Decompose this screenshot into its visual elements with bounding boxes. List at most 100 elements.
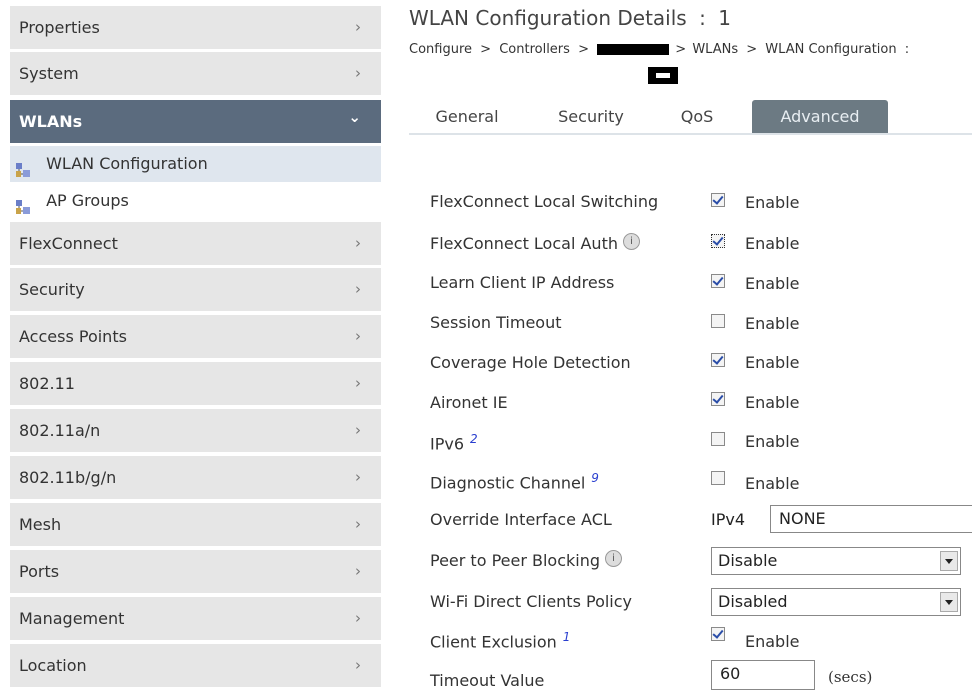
sidebar-item-label: Ports [19, 562, 60, 581]
footnote-link[interactable]: 2 [470, 432, 478, 446]
coverage-hole-detection-label: Coverage Hole Detection [430, 353, 631, 372]
dropdown-arrow-icon[interactable] [940, 592, 958, 612]
learn-client-ip-label: Learn Client IP Address [430, 273, 615, 292]
sidebar-item-label: FlexConnect [19, 234, 118, 253]
sidebar-item-802-11a-n[interactable]: 802.11a/n › [10, 409, 381, 452]
flexconnect-local-auth-label: FlexConnect Local Auth i [430, 233, 640, 253]
sidebar-item-properties[interactable]: Properties › [10, 6, 381, 49]
ipv6-label: IPv6 2 [430, 432, 478, 453]
sidebar-item-flexconnect[interactable]: FlexConnect › [10, 222, 381, 265]
override-acl-field[interactable]: NONE [770, 505, 972, 533]
sidebar-item-label: 802.11a/n [19, 421, 101, 440]
ipv6-checkbox[interactable] [711, 432, 725, 446]
breadcrumb: Configure > Controllers > > WLANs > WLAN… [409, 42, 909, 57]
footnote-link[interactable]: 9 [591, 471, 599, 485]
sidebar-item-802-11[interactable]: 802.11 › [10, 362, 381, 405]
sidebar-item-security[interactable]: Security › [10, 268, 381, 311]
flexconnect-local-auth-text: FlexConnect Local Auth [430, 234, 618, 253]
flexconnect-local-auth-checkbox[interactable] [711, 234, 725, 248]
flexconnect-local-switching-checkbox[interactable] [711, 193, 725, 207]
client-exclusion-checkbox[interactable] [711, 627, 725, 641]
session-timeout-checkbox[interactable] [711, 314, 725, 328]
wifi-direct-clients-policy-select[interactable]: Disabled [711, 588, 961, 616]
breadcrumb-separator: > [480, 42, 492, 57]
chevron-right-icon: › [355, 374, 361, 392]
sidebar-subitem-wlan-configuration[interactable]: WLAN Configuration [10, 146, 381, 182]
sidebar-item-label: System [19, 64, 79, 83]
tab-label: Security [558, 107, 624, 126]
sidebar-subitem-label: AP Groups [46, 191, 129, 210]
chevron-right-icon: › [355, 18, 361, 36]
breadcrumb-configure[interactable]: Configure [409, 42, 472, 57]
ipv6-text: IPv6 [430, 434, 465, 454]
select-value: Disable [718, 551, 778, 570]
breadcrumb-separator: > [746, 42, 758, 57]
peer-to-peer-blocking-label: Peer to Peer Blocking i [430, 550, 623, 570]
learn-client-ip-checkbox[interactable] [711, 274, 725, 288]
tab-advanced[interactable]: Advanced [752, 100, 888, 133]
coverage-hole-detection-checkbox[interactable] [711, 353, 725, 367]
chevron-right-icon: › [355, 468, 361, 486]
sidebar-item-management[interactable]: Management › [10, 597, 381, 640]
breadcrumb-controllers[interactable]: Controllers [499, 42, 570, 57]
timeout-value-field[interactable]: 60 [711, 660, 815, 690]
enable-label: Enable [745, 193, 800, 212]
sidebar-item-label: WLANs [19, 112, 83, 131]
info-icon[interactable]: i [622, 233, 640, 250]
footnote-link[interactable]: 1 [563, 630, 571, 644]
breadcrumb-trailing: : [904, 42, 910, 57]
sidebar-item-label: 802.11 [19, 374, 75, 393]
breadcrumb-wlans[interactable]: WLANs [692, 42, 738, 57]
tab-qos[interactable]: QoS [662, 100, 732, 133]
info-icon[interactable]: i [605, 550, 623, 567]
page-title-separator: : [699, 6, 706, 30]
tab-general[interactable]: General [422, 100, 512, 133]
aironet-ie-label: Aironet IE [430, 393, 508, 412]
enable-label: Enable [745, 274, 800, 293]
chevron-right-icon: › [355, 609, 361, 627]
sidebar-item-802-11b-g-n[interactable]: 802.11b/g/n › [10, 456, 381, 499]
tab-security[interactable]: Security [540, 100, 642, 133]
page-title: WLAN Configuration Details : 1 [409, 6, 731, 30]
sidebar-item-ports[interactable]: Ports › [10, 550, 381, 593]
sidebar-item-label: Security [19, 280, 85, 299]
chevron-down-icon: ⌄ [348, 108, 361, 126]
sidebar-subitem-label: WLAN Configuration [46, 154, 208, 173]
enable-label: Enable [745, 474, 800, 493]
enable-label: Enable [745, 234, 800, 253]
page-title-text: WLAN Configuration Details [409, 6, 687, 30]
timeout-unit-label: (secs) [828, 668, 873, 686]
tab-underline [409, 133, 972, 135]
diagnostic-channel-checkbox[interactable] [711, 471, 725, 485]
chevron-right-icon: › [355, 64, 361, 82]
wifi-direct-clients-policy-label: Wi-Fi Direct Clients Policy [430, 592, 633, 611]
diagnostic-channel-text: Diagnostic Channel [430, 473, 586, 493]
sidebar-item-wlans[interactable]: WLANs ⌄ [10, 100, 381, 143]
chevron-right-icon: › [355, 515, 361, 533]
breadcrumb-separator: > [578, 42, 589, 57]
enable-label: Enable [745, 432, 800, 451]
tab-label: Advanced [780, 107, 860, 126]
aironet-ie-checkbox[interactable] [711, 392, 725, 406]
sidebar-item-location[interactable]: Location › [10, 644, 381, 687]
sidebar-item-label: Properties [19, 18, 100, 37]
peer-to-peer-blocking-select[interactable]: Disable [711, 547, 961, 575]
chevron-right-icon: › [355, 656, 361, 674]
client-exclusion-label: Client Exclusion 1 [430, 630, 570, 651]
sidebar-item-access-points[interactable]: Access Points › [10, 315, 381, 358]
network-icon [15, 192, 31, 214]
flexconnect-local-switching-label: FlexConnect Local Switching [430, 192, 659, 211]
breadcrumb-wlan-configuration[interactable]: WLAN Configuration [765, 42, 896, 57]
dropdown-arrow-icon[interactable] [940, 551, 958, 571]
sidebar-item-label: Location [19, 656, 87, 675]
override-interface-acl-label: Override Interface ACL [430, 510, 612, 529]
sidebar-subitem-ap-groups[interactable]: AP Groups [10, 183, 381, 219]
sidebar-item-system[interactable]: System › [10, 52, 381, 95]
sidebar-item-label: Access Points [19, 327, 127, 346]
redacted-controller-name [597, 44, 670, 55]
sidebar-item-mesh[interactable]: Mesh › [10, 503, 381, 546]
diagnostic-channel-label: Diagnostic Channel 9 [430, 471, 599, 492]
chevron-right-icon: › [355, 421, 361, 439]
client-exclusion-text: Client Exclusion [430, 632, 557, 652]
select-value: Disabled [718, 592, 788, 611]
